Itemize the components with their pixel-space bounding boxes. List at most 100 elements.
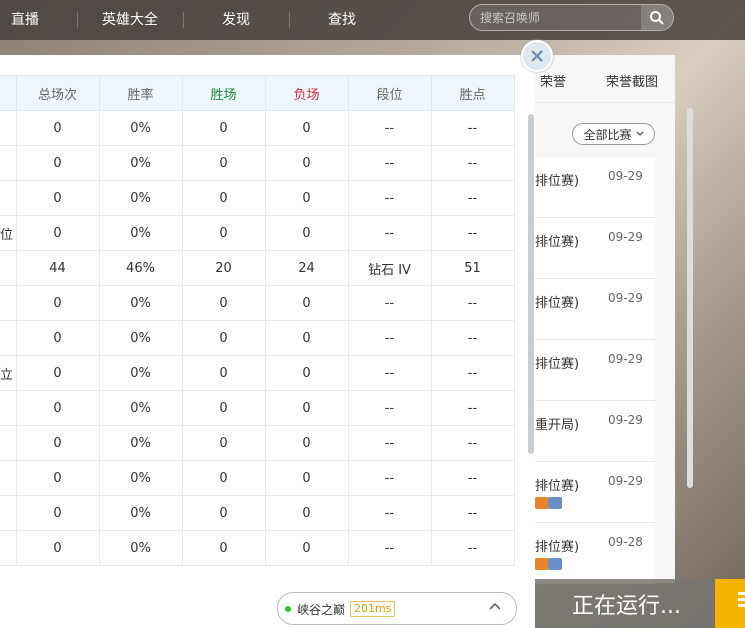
match-type: 排位赛) xyxy=(535,296,580,311)
cell-points: -- xyxy=(431,495,515,531)
cell-mode xyxy=(0,390,17,426)
running-label: 正在运行... xyxy=(572,593,681,619)
cell-mode xyxy=(0,285,17,321)
table-row[interactable]: 44 46% 20 24 钻石 IV 51 xyxy=(0,250,515,286)
cell-total: 44 xyxy=(16,250,100,286)
table-row[interactable]: 0 0% 0 0 -- -- xyxy=(0,320,515,356)
cell-total: 0 xyxy=(16,215,100,251)
cell-wins: 0 xyxy=(182,285,266,321)
rank-stats-table: 总场次 胜率 胜场 负场 段位 胜点 0 0% 0 0 -- -- 0 0% 0 0 -- -- 0 0%… xyxy=(0,75,515,566)
match-item[interactable]: 重开局) 09-29 xyxy=(535,401,655,462)
match-filter-dropdown[interactable]: 全部比赛 xyxy=(572,123,655,145)
table-row[interactable]: 0 0% 0 0 -- -- xyxy=(0,145,515,181)
cell-points: -- xyxy=(431,425,515,461)
cell-losses: 0 xyxy=(265,180,349,216)
cell-mode xyxy=(0,530,17,566)
cell-total: 0 xyxy=(16,530,100,566)
server-name: 峡谷之巅 xyxy=(297,603,346,617)
match-item[interactable]: 排位赛) 09-28 xyxy=(535,523,655,584)
cell-win-rate: 0% xyxy=(99,425,183,461)
cell-win-rate: 0% xyxy=(99,320,183,356)
cell-win-rate: 0% xyxy=(99,390,183,426)
cell-tier: -- xyxy=(348,390,432,426)
header-mode xyxy=(0,75,17,111)
close-button[interactable] xyxy=(521,40,553,72)
cell-win-rate: 0% xyxy=(99,215,183,251)
table-row[interactable]: 0 0% 0 0 -- -- xyxy=(0,495,515,531)
cell-win-rate: 0% xyxy=(99,530,183,566)
match-item[interactable]: 排位赛) 09-29 xyxy=(535,340,655,401)
cell-mode xyxy=(0,320,17,356)
nav-heroes[interactable]: 英雄大全 xyxy=(102,9,158,29)
cell-tier: -- xyxy=(348,460,432,496)
image-icon[interactable] xyxy=(548,558,562,570)
top-nav: 直播 英雄大全 发现 查找 xyxy=(0,0,745,40)
cell-mode: 立 xyxy=(0,355,17,391)
table-row[interactable]: 0 0% 0 0 -- -- xyxy=(0,530,515,566)
cell-win-rate: 0% xyxy=(99,285,183,321)
cell-total: 0 xyxy=(16,180,100,216)
cell-losses: 0 xyxy=(265,215,349,251)
image-icon[interactable] xyxy=(548,497,562,509)
cell-wins: 0 xyxy=(182,145,266,181)
cell-losses: 0 xyxy=(265,425,349,461)
tab-honor[interactable]: 荣誉 xyxy=(540,71,566,90)
match-item[interactable]: 排位赛) 09-29 xyxy=(535,218,655,279)
nav-live[interactable]: 直播 xyxy=(11,9,39,29)
chevron-up-icon[interactable] xyxy=(489,602,501,610)
rank-stats-dialog: 总场次 胜率 胜场 负场 段位 胜点 0 0% 0 0 -- -- 0 0% 0 0 -- -- 0 0%… xyxy=(0,55,535,628)
server-status[interactable]: 峡谷之巅 201ms xyxy=(277,592,517,625)
cell-tier: -- xyxy=(348,180,432,216)
summoner-search xyxy=(469,4,674,31)
table-row[interactable]: 位 0 0% 0 0 -- -- xyxy=(0,215,515,251)
header-win-rate: 胜率 xyxy=(99,75,183,111)
nav-search-link[interactable]: 查找 xyxy=(328,9,356,29)
chevron-down-icon xyxy=(636,131,643,136)
badge-icon xyxy=(535,558,549,570)
cell-wins: 0 xyxy=(182,110,266,146)
cell-wins: 0 xyxy=(182,425,266,461)
close-icon xyxy=(531,50,543,62)
cell-losses: 0 xyxy=(265,145,349,181)
match-item[interactable]: 排位赛) 09-29 xyxy=(535,279,655,340)
cell-wins: 0 xyxy=(182,530,266,566)
cell-total: 0 xyxy=(16,145,100,181)
match-item[interactable]: 排位赛) 09-29 xyxy=(535,157,655,218)
table-row[interactable]: 0 0% 0 0 -- -- xyxy=(0,460,515,496)
menu-icon xyxy=(738,592,745,607)
cell-tier: -- xyxy=(348,355,432,391)
search-button[interactable] xyxy=(641,5,673,30)
match-date: 09-29 xyxy=(608,230,643,244)
table-row[interactable]: 0 0% 0 0 -- -- xyxy=(0,425,515,461)
table-row[interactable]: 立 0 0% 0 0 -- -- xyxy=(0,355,515,391)
cell-losses: 0 xyxy=(265,530,349,566)
table-row[interactable]: 0 0% 0 0 -- -- xyxy=(0,180,515,216)
cell-losses: 0 xyxy=(265,285,349,321)
match-list-scrollbar[interactable] xyxy=(687,108,693,488)
table-row[interactable]: 0 0% 0 0 -- -- xyxy=(0,285,515,321)
match-type: 排位赛) xyxy=(535,357,580,372)
cell-wins: 0 xyxy=(182,320,266,356)
cell-tier: -- xyxy=(348,145,432,181)
cell-wins: 0 xyxy=(182,215,266,251)
cell-losses: 0 xyxy=(265,495,349,531)
cell-total: 0 xyxy=(16,110,100,146)
match-item[interactable]: 排位赛) 09-29 xyxy=(535,462,655,523)
menu-button[interactable] xyxy=(715,579,745,628)
match-date: 09-29 xyxy=(608,474,643,488)
table-row[interactable]: 0 0% 0 0 -- -- xyxy=(0,390,515,426)
match-type: 重开局) xyxy=(535,418,580,433)
table-row[interactable]: 0 0% 0 0 -- -- xyxy=(0,110,515,146)
table-scrollbar[interactable] xyxy=(528,114,534,454)
cell-win-rate: 0% xyxy=(99,180,183,216)
nav-separator xyxy=(289,12,290,28)
summoner-search-input[interactable] xyxy=(480,8,640,28)
header-tier: 段位 xyxy=(348,75,432,111)
tab-honor-screenshots[interactable]: 荣誉截图 xyxy=(606,71,658,90)
nav-discover[interactable]: 发现 xyxy=(222,9,250,29)
cell-losses: 0 xyxy=(265,355,349,391)
cell-win-rate: 0% xyxy=(99,110,183,146)
cell-win-rate: 0% xyxy=(99,495,183,531)
cell-tier: -- xyxy=(348,110,432,146)
cell-losses: 0 xyxy=(265,320,349,356)
